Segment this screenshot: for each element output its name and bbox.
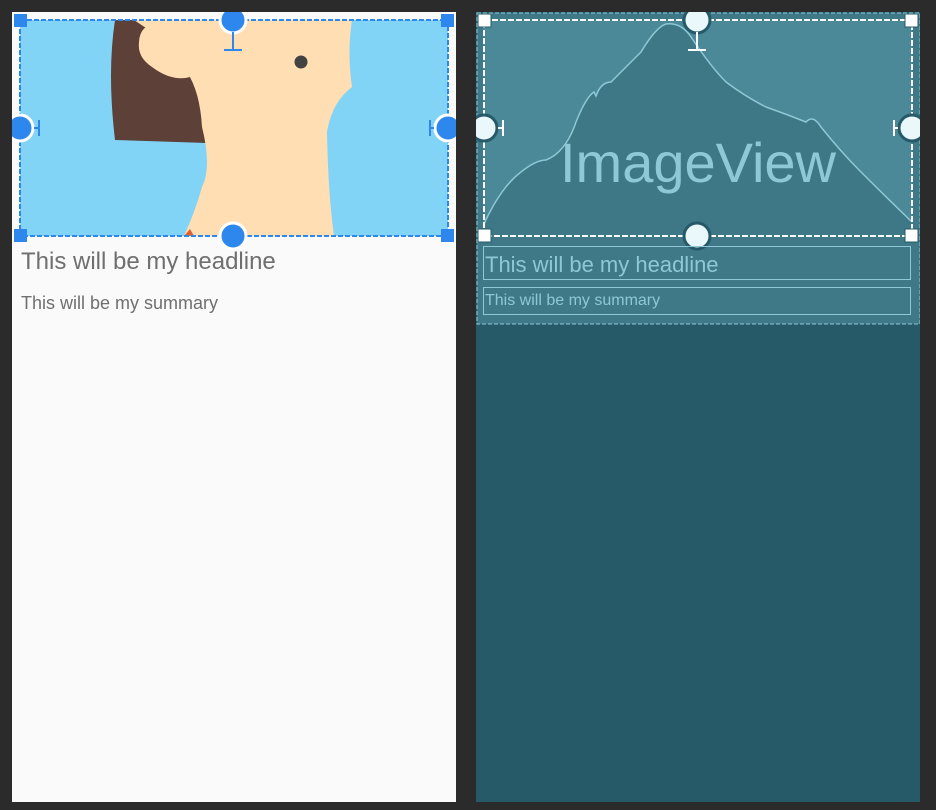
blueprint-handle-top-left[interactable] [477, 13, 492, 28]
blueprint-surface[interactable]: ImageView This will be my headline This … [476, 12, 920, 802]
constraint-anchor-bottom[interactable] [218, 221, 248, 251]
headline-text[interactable]: This will be my headline [21, 248, 276, 276]
blueprint-summary-text: This will be my summary [485, 292, 661, 309]
blueprint-handle-top-right[interactable] [904, 13, 919, 28]
blueprint-handle-bottom-right[interactable] [904, 228, 919, 243]
resize-handle-bottom-right[interactable] [441, 229, 454, 242]
resize-handle-top-left[interactable] [14, 14, 27, 27]
resize-handle-bottom-left[interactable] [14, 229, 27, 242]
image-view-illustration[interactable] [20, 20, 448, 236]
design-surface[interactable]: This will be my headline This will be my… [12, 12, 456, 802]
blueprint-handle-bottom-left[interactable] [477, 228, 492, 243]
summary-text[interactable]: This will be my summary [21, 293, 218, 314]
image-view-label: ImageView [559, 131, 836, 194]
design-canvas [12, 12, 456, 251]
resize-handle-top-right[interactable] [441, 14, 454, 27]
image-view-placeholder[interactable] [483, 20, 913, 236]
blueprint-headline-text: This will be my headline [485, 252, 719, 277]
